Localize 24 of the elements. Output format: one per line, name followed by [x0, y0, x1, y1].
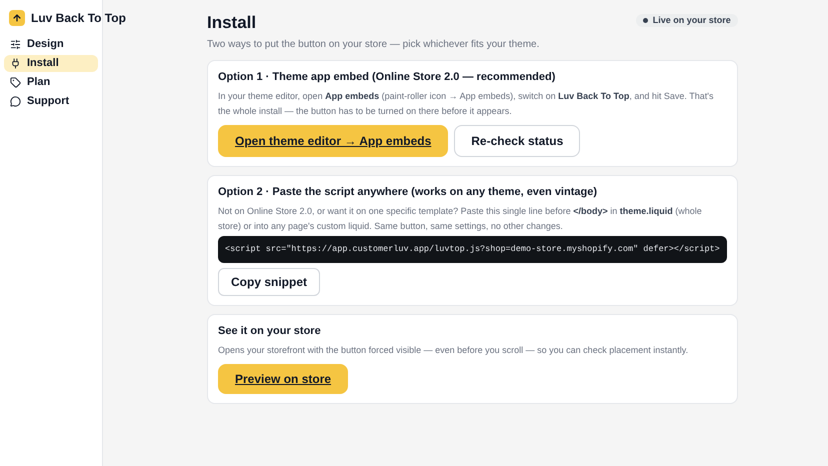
card-title: Option 2 · Paste the script anywhere (works on any theme, even vintage): [218, 185, 598, 199]
card-title: See it on your store: [218, 324, 322, 338]
copy-button[interactable]: Copy snippet: [218, 268, 320, 296]
action-button[interactable]: Re-check status: [454, 125, 580, 157]
logo-icon: [9, 10, 25, 26]
card-text: In your theme editor, open App embeds (paint-roller icon → App embeds), switch on Luv Back To Top, and hit Save. That's the whole install — the button has to be turned on there before it appears.: [218, 90, 714, 118]
nav-item[interactable]: Plan: [4, 74, 98, 91]
action-button[interactable]: Preview on store: [218, 364, 348, 394]
brand-name: Luv Back To Top: [31, 10, 126, 27]
sliders-icon: [10, 39, 21, 50]
card-text: Opens your storefront with the button forced visible — even before you scroll — so you can check placement instantly.: [218, 344, 690, 357]
page-title: Install: [207, 12, 258, 34]
nav-item[interactable]: Design: [4, 36, 98, 53]
status-badge: Live on your store: [636, 14, 738, 27]
card-text: Not on Online Store 2.0, or want it on one specific template? Paste this single line before </body> in theme.liquid (whole store) or into any page's custom liquid. Same button, same settings, no other changes.: [218, 205, 703, 233]
page-subtitle: Two ways to put the button on your store — pick whichever fits your theme.: [207, 38, 540, 52]
plug-icon: [10, 58, 21, 69]
card-title: Option 1 · Theme app embed (Online Store 2.0 — recommended): [218, 70, 556, 84]
chat-bubble-icon: [10, 96, 21, 107]
nav-item[interactable]: Install: [4, 55, 98, 72]
action-button[interactable]: Open theme editor → App embeds: [218, 125, 448, 157]
code-snippet: <script src="https://app.customerluv.app/luvtop.js?shop=demo-store.myshopify.com" defer></script>: [218, 236, 727, 263]
nav-item[interactable]: Support: [4, 93, 98, 110]
tag-icon: [10, 77, 21, 88]
